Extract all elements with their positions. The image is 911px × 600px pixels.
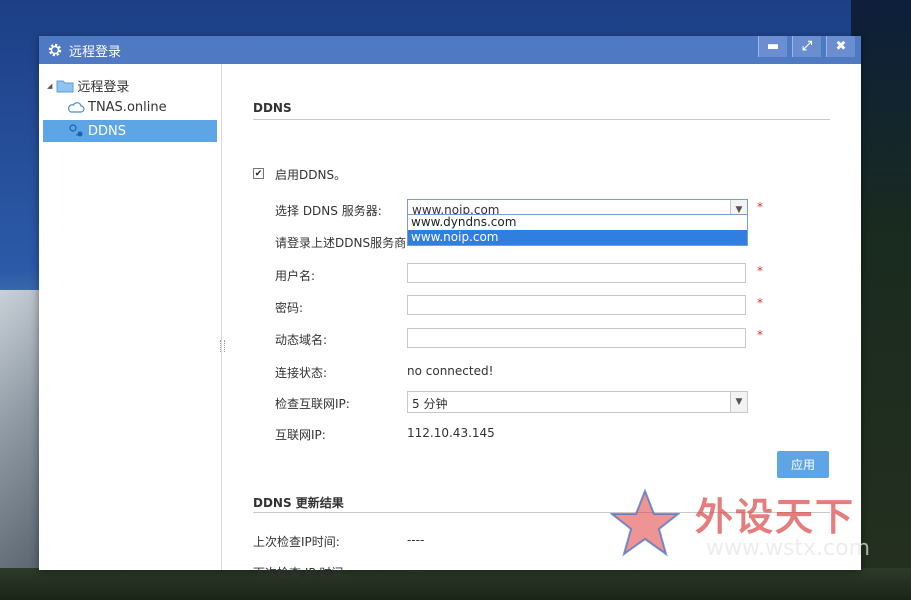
server-dropdown-list[interactable]: www.dyndns.com www.noip.com — [407, 214, 748, 246]
check-interval-label: 检查互联网IP: — [275, 397, 350, 411]
domain-label: 动态域名: — [275, 333, 328, 347]
last-check-value: ---- — [407, 533, 425, 547]
tree-root-remote-login[interactable]: ◢ 远程登录 — [47, 76, 129, 95]
sidebar: ◢ 远程登录 TNAS.online DDNS — [39, 64, 225, 570]
section-divider — [253, 119, 830, 120]
watermark-url: www.wstx.com — [706, 536, 871, 561]
apply-button[interactable]: 应用 — [777, 451, 829, 478]
folder-icon — [56, 80, 74, 92]
tree-root-label: 远程登录 — [77, 80, 130, 95]
sidebar-item-tnas-online[interactable]: TNAS.online — [43, 96, 217, 118]
window-titlebar[interactable]: 远程登录 ▬ ⤢ ✖ — [39, 36, 861, 64]
domain-input[interactable] — [407, 328, 746, 348]
last-check-label: 上次检查IP时间: — [253, 535, 340, 549]
sidebar-item-label: TNAS.online — [88, 99, 167, 115]
ddns-section-title: DDNS — [253, 101, 292, 115]
status-value: no connected! — [407, 364, 494, 378]
password-label: 密码: — [275, 301, 304, 315]
required-mark: * — [757, 200, 763, 214]
window-title: 远程登录 — [69, 45, 122, 60]
watermark-logo: 外设天下 www.wstx.com — [610, 478, 900, 568]
chevron-down-icon[interactable]: ▼ — [730, 392, 747, 412]
sidebar-item-ddns[interactable]: DDNS — [43, 120, 217, 142]
collapse-toggle-icon[interactable]: ◢ — [47, 82, 52, 90]
maximize-button[interactable]: ⤢ — [792, 36, 821, 57]
internet-ip-label: 互联网IP: — [275, 428, 326, 442]
results-section-title: DDNS 更新结果 — [253, 496, 344, 510]
enable-ddns-checkbox[interactable]: ✔ — [253, 168, 264, 179]
required-mark: * — [757, 264, 763, 278]
gear-icon — [48, 43, 62, 57]
status-label: 连接状态: — [275, 366, 328, 380]
star-logo-icon — [610, 488, 680, 557]
server-label: 选择 DDNS 服务器: — [275, 204, 382, 218]
sidebar-item-label: DDNS — [88, 123, 126, 139]
required-mark: * — [757, 328, 763, 342]
username-label: 用户名: — [275, 269, 316, 283]
watermark-text: 外设天下 — [695, 495, 856, 539]
check-interval-value: 5 分钟 — [412, 397, 448, 411]
next-check-value: ---- — [407, 564, 425, 578]
internet-ip-value: 112.10.43.145 — [407, 426, 495, 440]
server-option-selected[interactable]: www.noip.com — [408, 230, 747, 245]
server-option[interactable]: www.dyndns.com — [408, 215, 747, 230]
password-input[interactable] — [407, 295, 746, 315]
username-input[interactable] — [407, 263, 746, 283]
minimize-button[interactable]: ▬ — [758, 36, 787, 57]
login-hint: 请登录上述DDNS服务商 — [275, 236, 407, 250]
next-check-label: 下次检查 IP 时间: — [253, 566, 348, 580]
network-icon — [69, 124, 83, 137]
enable-ddns-label: 启用DDNS。 — [275, 168, 347, 182]
required-mark: * — [757, 296, 763, 310]
desktop-ground — [0, 568, 911, 600]
close-button[interactable]: ✖ — [826, 36, 855, 57]
cloud-icon — [67, 102, 85, 113]
check-interval-select[interactable]: 5 分钟 ▼ — [407, 391, 748, 413]
